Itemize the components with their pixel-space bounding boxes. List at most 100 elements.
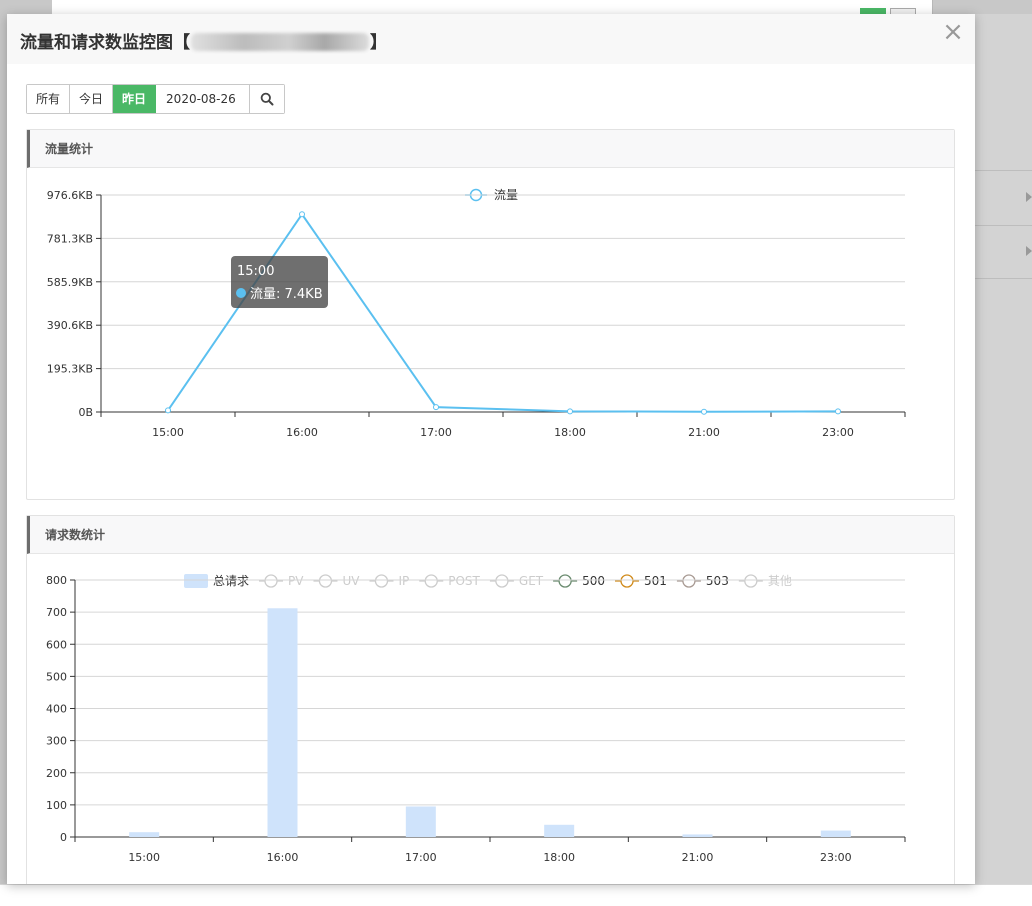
y-tick-label: 390.6KB — [47, 319, 93, 332]
y-tick-label: 195.3KB — [47, 363, 93, 376]
request-bar[interactable] — [820, 830, 851, 837]
y-tick-label: 200 — [46, 767, 67, 780]
x-tick-label: 17:00 — [405, 851, 437, 864]
x-tick-label: 17:00 — [420, 426, 452, 439]
background-row-divider — [975, 225, 1032, 226]
y-tick-label: 0B — [78, 406, 93, 419]
request-legend-label: POST — [448, 574, 480, 588]
request-legend-item[interactable]: UV — [313, 574, 360, 588]
request-legend-item[interactable]: 其他 — [738, 574, 792, 588]
request-panel: 请求数统计 总请求 PV UV IP POST GET 500 501 503 其他 0 100 200… — [26, 515, 955, 884]
redacted-domain — [191, 33, 369, 51]
traffic-data-point[interactable] — [567, 408, 573, 415]
legend-circle-marker — [558, 574, 572, 588]
search-icon — [260, 92, 274, 106]
background-page — [52, 0, 933, 14]
y-tick-label: 585.9KB — [47, 276, 93, 289]
request-bar[interactable] — [682, 834, 713, 837]
request-legend-label: 总请求 — [213, 574, 249, 588]
x-tick-label: 23:00 — [820, 851, 852, 864]
request-legend-item[interactable]: PV — [259, 574, 304, 588]
request-legend-label: GET — [519, 574, 544, 588]
request-legend-label: 其他 — [768, 574, 792, 588]
modal-title: 流量和请求数监控图【 】 — [20, 28, 387, 53]
traffic-data-point[interactable] — [433, 404, 439, 411]
request-legend-label: 500 — [582, 574, 605, 588]
background-row-divider — [975, 170, 1032, 171]
legend-circle-marker — [495, 574, 509, 588]
search-button[interactable] — [250, 85, 285, 113]
filter-all-button[interactable]: 所有 — [27, 85, 71, 113]
modal-title-text: 流量和请求数监控图【 — [20, 33, 190, 53]
date-input[interactable]: 2020-08-26 — [156, 85, 251, 113]
request-legend-item[interactable]: 501 — [615, 574, 667, 588]
legend-bar-marker — [184, 574, 208, 588]
y-tick-label: 700 — [46, 606, 67, 619]
close-button[interactable]: × — [941, 19, 965, 45]
background-table-edge — [975, 14, 1032, 884]
tooltip-value: 流量: 7.4KB — [250, 287, 323, 302]
request-legend-label: UV — [342, 574, 360, 588]
modal-header: 流量和请求数监控图【 】 × — [7, 14, 975, 64]
request-legend-item[interactable]: GET — [489, 574, 544, 588]
traffic-panel-title: 流量统计 — [45, 142, 94, 156]
background-expand-arrow-icon — [1026, 246, 1032, 256]
x-tick-label: 16:00 — [267, 851, 299, 864]
y-tick-label: 300 — [46, 735, 67, 748]
traffic-data-point[interactable] — [701, 408, 707, 415]
request-chart: 总请求 PV UV IP POST GET 500 501 503 其他 0 100 200 300 400… — [46, 574, 906, 864]
request-panel-header: 请求数统计 — [27, 516, 954, 554]
background-expand-arrow-icon — [1026, 192, 1032, 202]
request-bar[interactable] — [544, 824, 575, 837]
y-tick-label: 100 — [46, 799, 67, 812]
y-tick-label: 0 — [60, 831, 67, 844]
request-legend-label: 501 — [644, 574, 667, 588]
request-legend-item[interactable]: 500 — [553, 574, 605, 588]
legend-circle-marker — [318, 574, 333, 588]
request-legend-item[interactable]: 503 — [676, 574, 729, 588]
traffic-data-point[interactable] — [165, 407, 171, 414]
filter-yesterday-button[interactable]: 昨日 — [113, 85, 157, 113]
request-bar[interactable] — [405, 806, 436, 837]
legend-circle-marker — [682, 574, 696, 588]
x-tick-label: 15:00 — [128, 851, 160, 864]
y-tick-label: 500 — [46, 670, 67, 683]
y-tick-label: 976.6KB — [47, 189, 93, 202]
x-tick-label: 18:00 — [554, 426, 586, 439]
x-tick-label: 21:00 — [688, 426, 720, 439]
traffic-panel-header: 流量统计 — [27, 130, 954, 168]
legend-circle-marker — [744, 574, 758, 588]
x-tick-label: 15:00 — [152, 426, 184, 439]
date-filter-group: 所有 今日 昨日 2020-08-26 — [26, 84, 286, 114]
legend-circle-marker — [620, 574, 634, 588]
y-tick-label: 400 — [46, 703, 67, 716]
legend-circle-marker — [424, 574, 438, 588]
legend-circle-marker — [264, 574, 278, 588]
y-tick-label: 600 — [46, 638, 67, 651]
x-tick-label: 18:00 — [543, 851, 575, 864]
request-legend-label: 503 — [706, 574, 729, 588]
monitor-modal: 流量和请求数监控图【 】 × 所有 今日 昨日 2020-08-26 流量统计 流… — [7, 14, 975, 884]
filter-today-button[interactable]: 今日 — [70, 85, 114, 113]
request-legend-label: PV — [288, 574, 304, 588]
request-bar[interactable] — [267, 608, 298, 837]
tooltip-time: 15:00 — [237, 264, 274, 279]
traffic-data-point[interactable] — [835, 408, 841, 415]
background-footer — [0, 884, 1032, 906]
x-tick-label: 23:00 — [822, 426, 854, 439]
modal-title-end: 】 — [370, 33, 387, 53]
request-legend-item[interactable]: POST — [419, 574, 481, 588]
request-legend-item[interactable]: 总请求 — [184, 574, 249, 588]
request-legend-item[interactable]: IP — [369, 574, 409, 588]
x-tick-label: 21:00 — [682, 851, 714, 864]
traffic-panel: 流量统计 流量 0B 195.3KB 390.6KB 585.9KB 781.3KB 976… — [26, 129, 955, 500]
traffic-data-point[interactable] — [299, 211, 305, 218]
x-tick-label: 16:00 — [286, 426, 318, 439]
request-bar[interactable] — [129, 832, 160, 837]
legend-circle-marker — [374, 574, 389, 588]
tooltip-series-dot — [236, 288, 246, 298]
y-tick-label: 781.3KB — [47, 232, 93, 245]
request-legend-label: IP — [398, 574, 409, 588]
traffic-series-line — [167, 212, 839, 413]
background-row-divider — [975, 278, 1032, 279]
